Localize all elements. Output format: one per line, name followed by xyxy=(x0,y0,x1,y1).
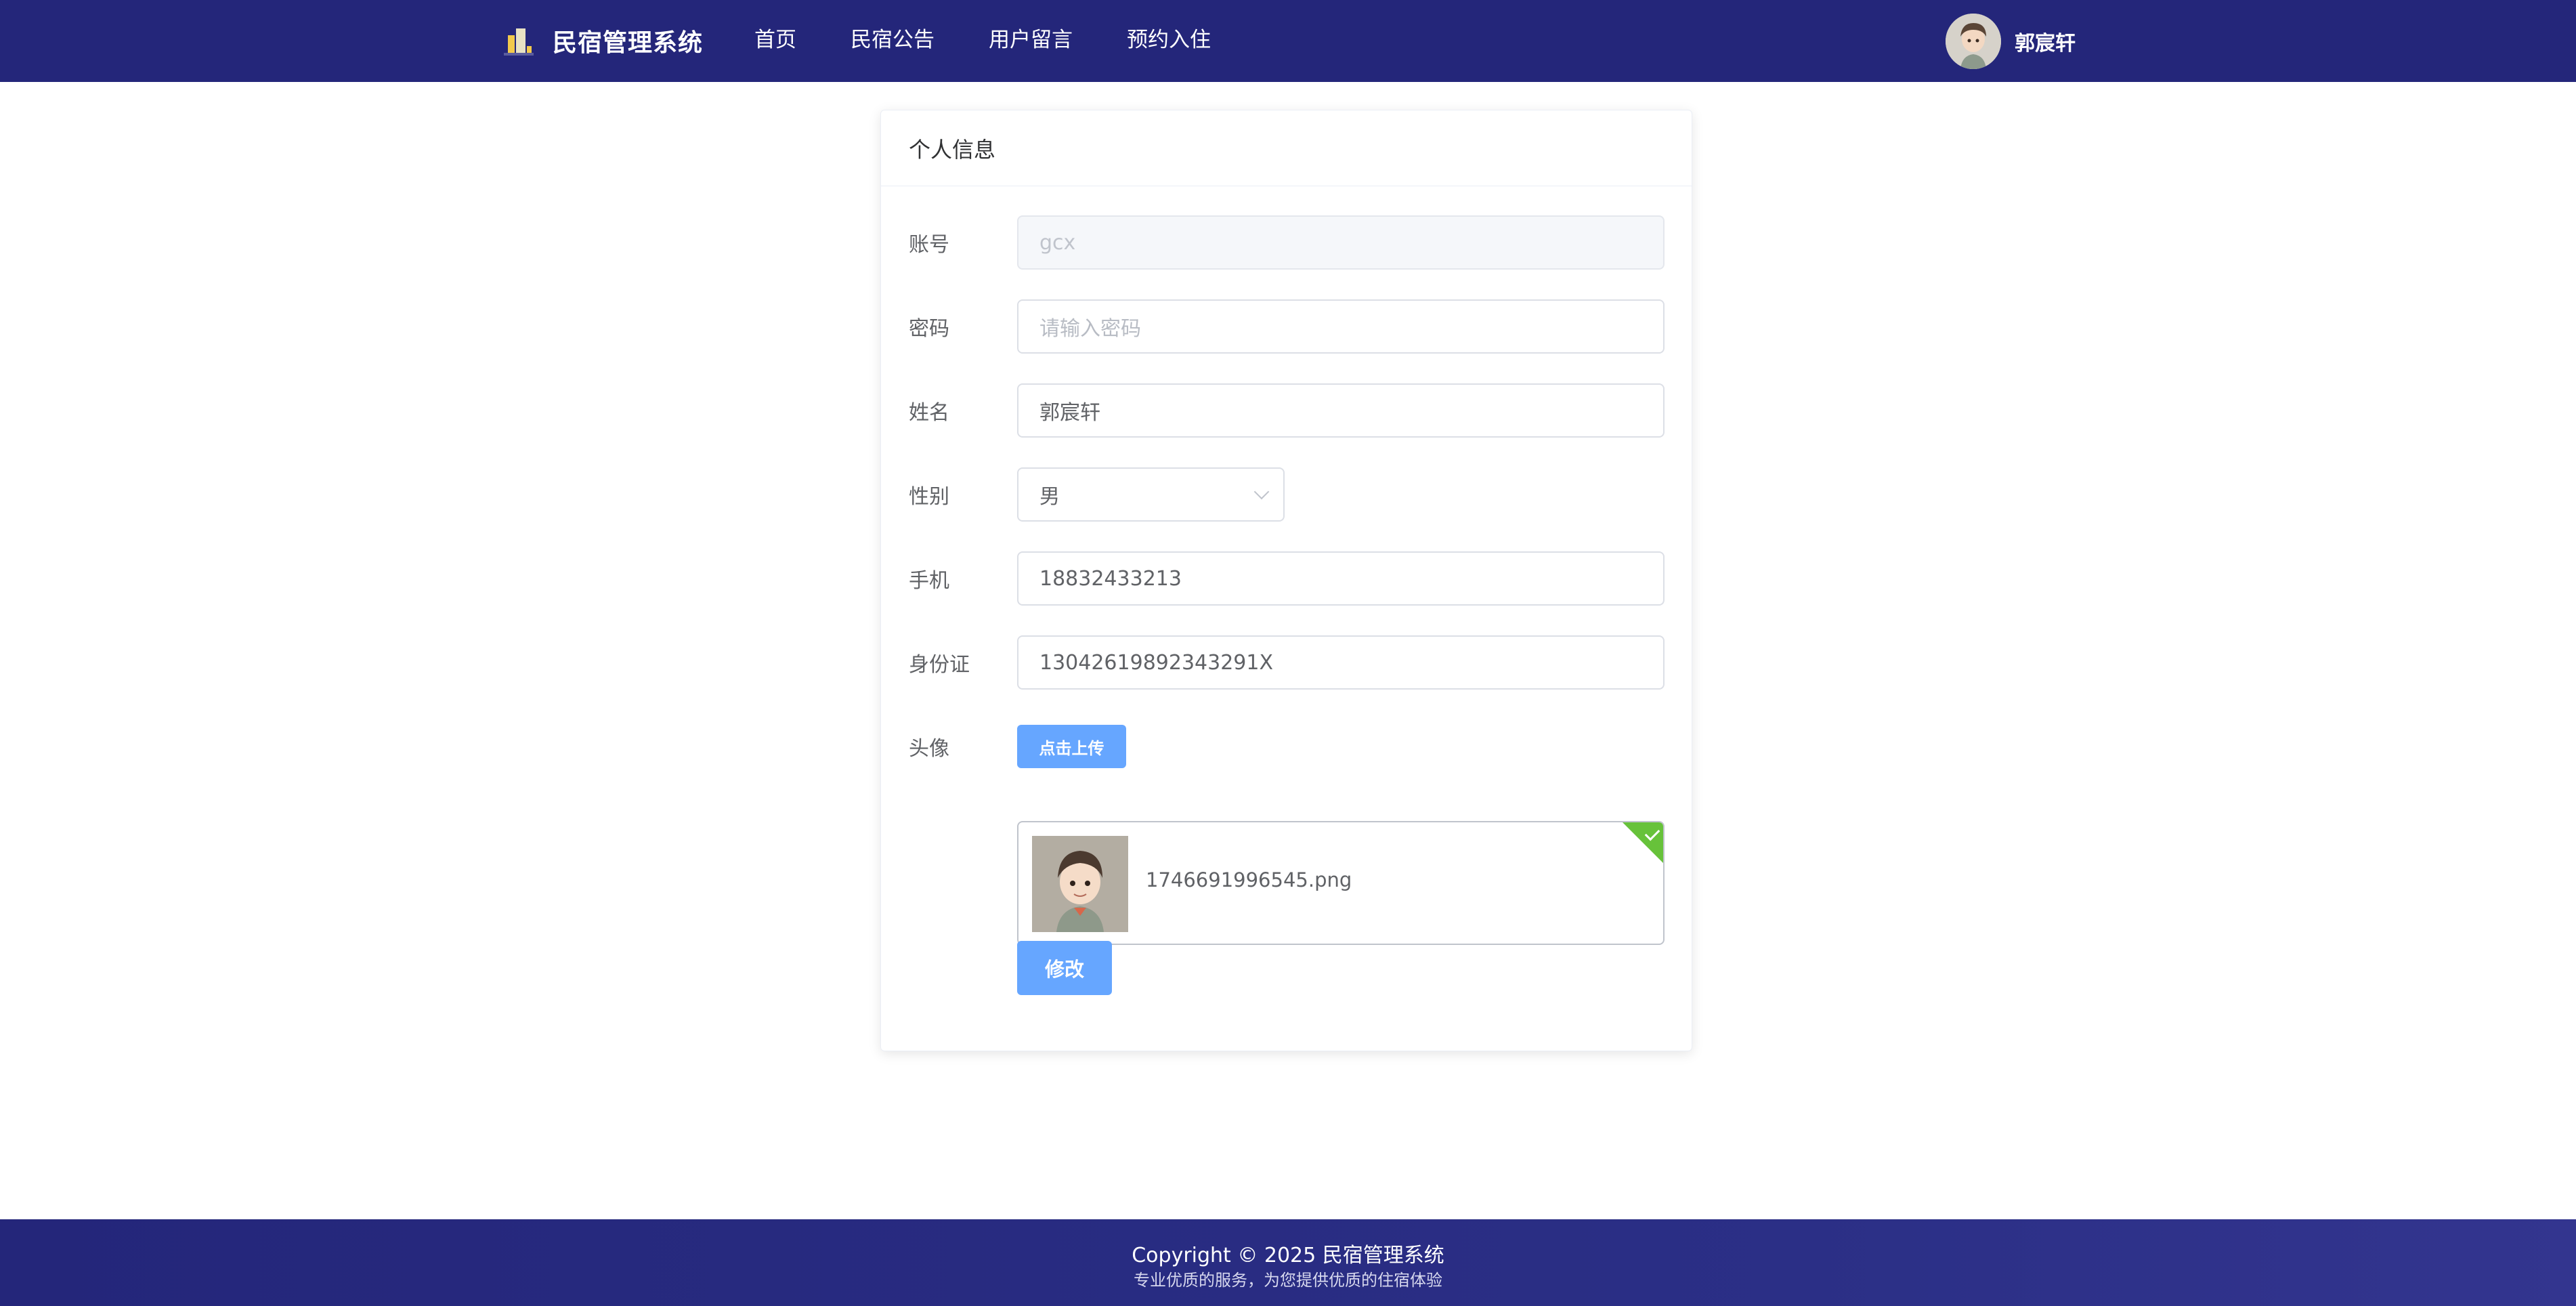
main-nav: 首页 民宿公告 用户留言 预约入住 xyxy=(754,23,1265,57)
nav-home[interactable]: 首页 xyxy=(754,23,796,57)
brand-title: 民宿管理系统 xyxy=(553,29,704,57)
avatar[interactable] xyxy=(1946,14,2001,69)
footer: Copyright © 2025 民宿管理系统 专业优质的服务，为您提供优质的住… xyxy=(0,1219,2576,1306)
form-row-password: 密码 请输入密码 xyxy=(909,299,1665,354)
id-card-input[interactable]: 13042619892343291X xyxy=(1017,635,1665,690)
footer-copyright: Copyright © 2025 民宿管理系统 xyxy=(1132,1244,1444,1267)
card-title: 个人信息 xyxy=(881,110,1692,186)
account-input: gcx xyxy=(1017,215,1665,270)
gender-label: 性别 xyxy=(909,485,949,509)
uploaded-file-item[interactable]: 1746691996545.png xyxy=(1017,821,1665,945)
form-row-phone: 手机 18832433213 xyxy=(909,551,1665,606)
nav-booking[interactable]: 预约入住 xyxy=(1127,23,1211,57)
form-row-avatar: 头像 点击上传 xyxy=(909,719,1126,774)
nav-messages[interactable]: 用户留言 xyxy=(989,23,1073,57)
footer-tagline: 专业优质的服务，为您提供优质的住宿体验 xyxy=(1134,1271,1442,1290)
form-row-id-card: 身份证 13042619892343291X xyxy=(909,635,1665,690)
file-name: 1746691996545.png xyxy=(1146,868,1352,891)
form-row-gender: 性别 男 xyxy=(909,467,1285,522)
user-menu[interactable]: 郭宸轩 xyxy=(1946,14,2076,69)
id-card-label: 身份证 xyxy=(909,653,970,677)
upload-button[interactable]: 点击上传 xyxy=(1017,725,1126,768)
name-label: 姓名 xyxy=(909,401,949,425)
phone-label: 手机 xyxy=(909,569,949,593)
building-logo-icon xyxy=(502,23,538,58)
name-input[interactable]: 郭宸轩 xyxy=(1017,383,1665,438)
account-label: 账号 xyxy=(909,233,949,257)
form-row-account: 账号 gcx xyxy=(909,215,1665,270)
submit-button[interactable]: 修改 xyxy=(1017,941,1112,995)
user-name: 郭宸轩 xyxy=(2015,32,2076,56)
gender-select[interactable]: 男 xyxy=(1017,467,1285,522)
password-label: 密码 xyxy=(909,317,949,341)
form-row-name: 姓名 郭宸轩 xyxy=(909,383,1665,438)
avatar-thumbnail xyxy=(1032,836,1128,932)
phone-input[interactable]: 18832433213 xyxy=(1017,551,1665,606)
nav-announcements[interactable]: 民宿公告 xyxy=(851,23,935,57)
gender-value: 男 xyxy=(1039,485,1060,509)
avatar-label: 头像 xyxy=(909,737,949,761)
top-navbar: 民宿管理系统 首页 民宿公告 用户留言 预约入住 郭宸轩 xyxy=(0,0,2576,82)
password-input[interactable]: 请输入密码 xyxy=(1017,299,1665,354)
chevron-down-icon xyxy=(1253,484,1270,500)
brand[interactable]: 民宿管理系统 xyxy=(502,20,703,61)
profile-card: 个人信息 账号 gcx 密码 请输入密码 姓名 郭宸轩 性别 男 手机 1883… xyxy=(880,110,1692,1051)
